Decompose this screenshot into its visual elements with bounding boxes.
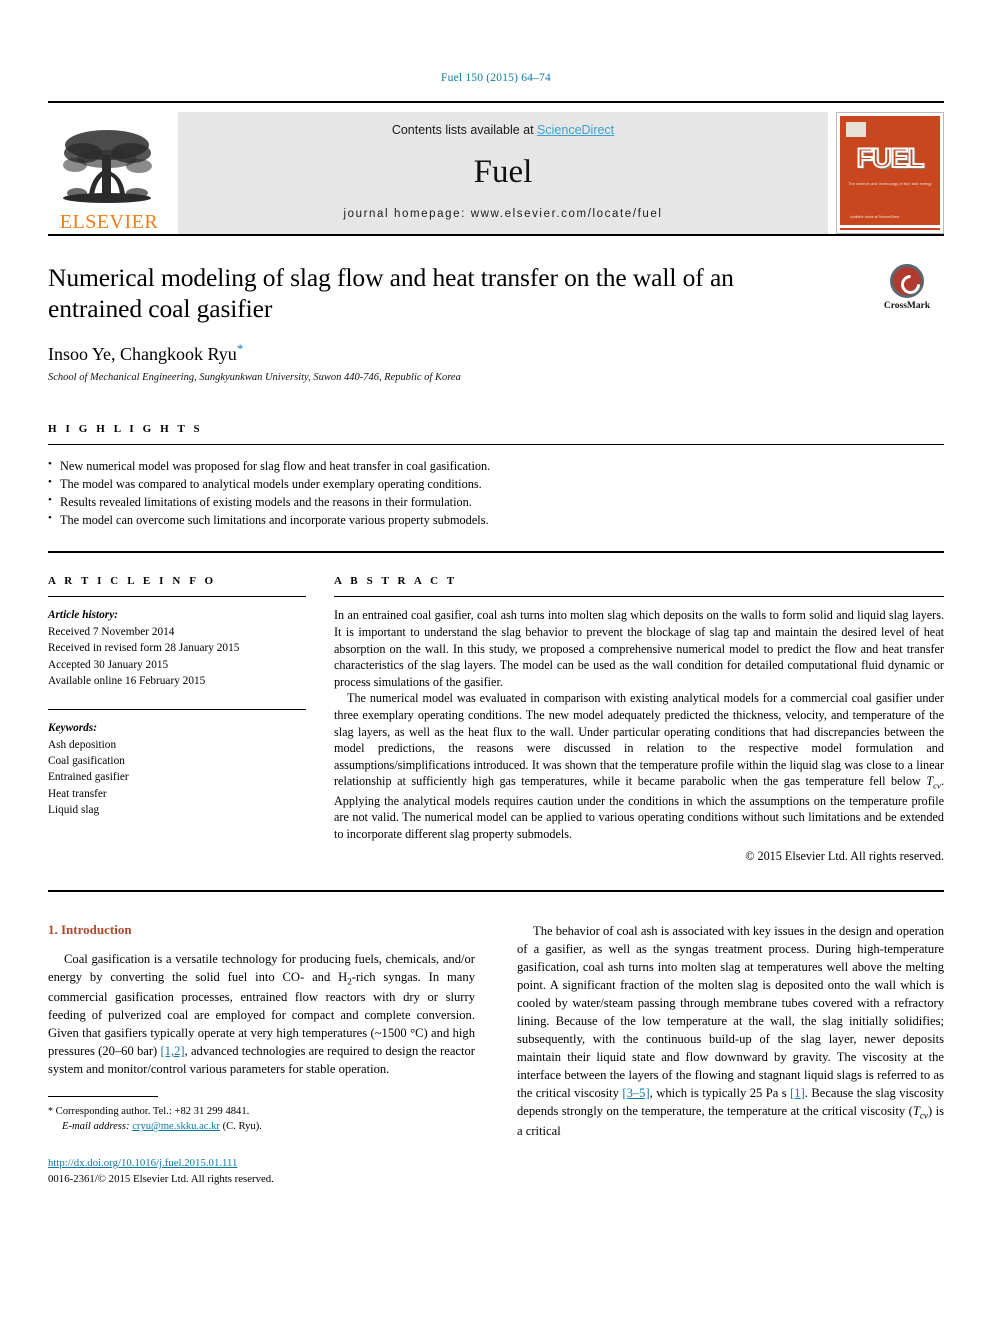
abstract-copyright: © 2015 Elsevier Ltd. All rights reserved… — [745, 848, 944, 863]
keyword-item: Entrained gasifier — [48, 771, 129, 784]
keyword-item: Heat transfer — [48, 787, 107, 800]
doi-block: http://dx.doi.org/10.1016/j.fuel.2015.01… — [48, 1156, 475, 1187]
body-right-column: The behavior of coal ash is associated w… — [517, 922, 944, 1188]
journal-banner: ELSEVIER Contents lists available at Sci… — [48, 101, 944, 234]
cover-subtitle: The science and technology of fuel and e… — [848, 182, 932, 186]
sciencedirect-link[interactable]: ScienceDirect — [537, 123, 614, 137]
list-item: Results revealed limitations of existing… — [48, 492, 944, 511]
banner-bottom-rule — [48, 234, 944, 236]
intro-right-a: The behavior of coal ash is associated w… — [517, 923, 944, 1100]
citation-ref-1[interactable]: [1] — [790, 1086, 805, 1100]
list-item: The model was compared to analytical mod… — [48, 474, 944, 493]
body-left-column: 1. Introduction Coal gasification is a v… — [48, 922, 475, 1188]
abstract-heading: A B S T R A C T — [334, 575, 458, 588]
crossmark-badge-group[interactable]: CrossMark — [870, 264, 944, 311]
cover-baseline — [840, 225, 940, 228]
email-suffix: (C. Ryu). — [219, 1121, 262, 1133]
doi-link[interactable]: http://dx.doi.org/10.1016/j.fuel.2015.01… — [48, 1157, 237, 1169]
page-title: Numerical modeling of slag flow and heat… — [48, 263, 734, 324]
highlights-list: New numerical model was proposed for sla… — [48, 456, 944, 530]
tcv-symbol: Tcv — [926, 774, 941, 791]
abstract-paragraph: The numerical model was evaluated in com… — [334, 690, 944, 842]
journal-title: Fuel — [473, 154, 533, 190]
footnote-block: * Corresponding author. Tel.: +82 31 299… — [48, 1104, 475, 1134]
abstract-body: In an entrained coal gasifier, coal ash … — [334, 607, 944, 842]
contents-prefix: Contents lists available at — [391, 123, 538, 137]
article-info-column: A R T I C L E I N F O Article history: R… — [48, 575, 306, 863]
cover-footer-text: Available online at ScienceDirect — [850, 214, 900, 219]
article-info-heading: A R T I C L E I N F O — [48, 575, 217, 588]
email-note: E-mail address: cryu@me.skku.ac.kr (C. R… — [48, 1119, 475, 1134]
author-list: Insoo Ye, Changkook Ryu* — [48, 341, 944, 365]
highlights-bottom-rule — [48, 551, 944, 554]
cover-title: FUEL — [856, 142, 926, 174]
intro-right-b: , which is typically 25 Pa s — [649, 1085, 791, 1100]
abstract-column: A B S T R A C T In an entrained coal gas… — [334, 575, 944, 863]
section-heading-introduction: 1. Introduction — [48, 921, 132, 937]
cover-publisher-mark — [846, 122, 866, 137]
author-names: Insoo Ye, Changkook Ryu — [48, 343, 237, 364]
highlights-heading: H I G H L I G H T S — [48, 422, 203, 435]
elsevier-tree-icon — [63, 130, 152, 203]
article-info-rule — [48, 596, 306, 598]
highlights-section: H I G H L I G H T S New numerical model … — [48, 423, 944, 530]
affiliation: School of Mechanical Engineering, Sungky… — [48, 371, 461, 383]
keyword-item: Ash deposition — [48, 738, 117, 751]
abstract-paragraph: In an entrained coal gasifier, coal ash … — [334, 608, 944, 689]
crossmark-icon[interactable] — [890, 264, 924, 298]
elsevier-logo: ELSEVIER — [48, 112, 170, 234]
history-item: Available online 16 February 2015 — [48, 674, 206, 687]
list-item: The model can overcome such limitations … — [48, 510, 944, 529]
journal-cover-image: FUEL The science and technology of fuel … — [836, 112, 944, 234]
footnote-separator — [48, 1096, 158, 1098]
keywords-body: Keywords: Ash deposition Coal gasificati… — [48, 720, 306, 818]
citation-ref-3-5[interactable]: [3–5] — [622, 1086, 649, 1100]
corresponding-author-text: Corresponding author. Tel.: +82 31 299 4… — [53, 1106, 250, 1118]
tcv-symbol: Tcv — [912, 1103, 928, 1121]
history-item: Accepted 30 January 2015 — [48, 658, 169, 671]
list-item: New numerical model was proposed for sla… — [48, 456, 944, 475]
journal-homepage[interactable]: journal homepage: www.elsevier.com/locat… — [178, 208, 828, 220]
paper-page: Fuel 150 (2015) 64–74 ELSEVIER Contents … — [0, 0, 992, 1323]
banner-center: Contents lists available at ScienceDirec… — [178, 112, 828, 234]
keywords-rule — [48, 709, 306, 711]
keywords-label: Keywords: — [48, 722, 97, 735]
running-head: Fuel 150 (2015) 64–74 — [441, 72, 551, 84]
abstract-rule — [334, 596, 944, 598]
article-history-block: Article history: Received 7 November 201… — [48, 607, 306, 689]
highlights-rule — [48, 443, 944, 445]
citation-ref-1-2[interactable]: [1,2] — [160, 1044, 184, 1058]
corresponding-author-marker: * — [236, 340, 244, 356]
abstract-para2-part-a: The numerical model was evaluated in com… — [334, 691, 944, 789]
crossmark-label: CrossMark — [883, 301, 931, 311]
keyword-item: Coal gasification — [48, 755, 125, 768]
corresponding-author-note: * Corresponding author. Tel.: +82 31 299… — [48, 1104, 475, 1119]
article-history-label: Article history: — [48, 609, 118, 622]
info-abstract-region: A R T I C L E I N F O Article history: R… — [48, 575, 944, 863]
email-label: E-mail address: — [62, 1121, 130, 1133]
intro-paragraph-right: The behavior of coal ash is associated w… — [517, 922, 944, 1140]
contents-available-line: Contents lists available at ScienceDirec… — [178, 123, 828, 137]
body-columns: 1. Introduction Coal gasification is a v… — [48, 922, 944, 1188]
elsevier-wordmark: ELSEVIER — [59, 211, 159, 233]
abstract-bottom-rule — [48, 889, 944, 892]
keyword-item: Liquid slag — [48, 804, 100, 817]
intro-paragraph-left: Coal gasification is a versatile technol… — [48, 950, 475, 1078]
title-block: Numerical modeling of slag flow and heat… — [48, 262, 944, 383]
history-item: Received 7 November 2014 — [48, 625, 175, 638]
history-item: Received in revised form 28 January 2015 — [48, 642, 240, 655]
email-link[interactable]: cryu@me.skku.ac.kr — [132, 1121, 220, 1132]
issn-copyright-line: 0016-2361/© 2015 Elsevier Ltd. All right… — [48, 1172, 274, 1185]
keywords-block: Keywords: Ash deposition Coal gasificati… — [48, 709, 306, 818]
